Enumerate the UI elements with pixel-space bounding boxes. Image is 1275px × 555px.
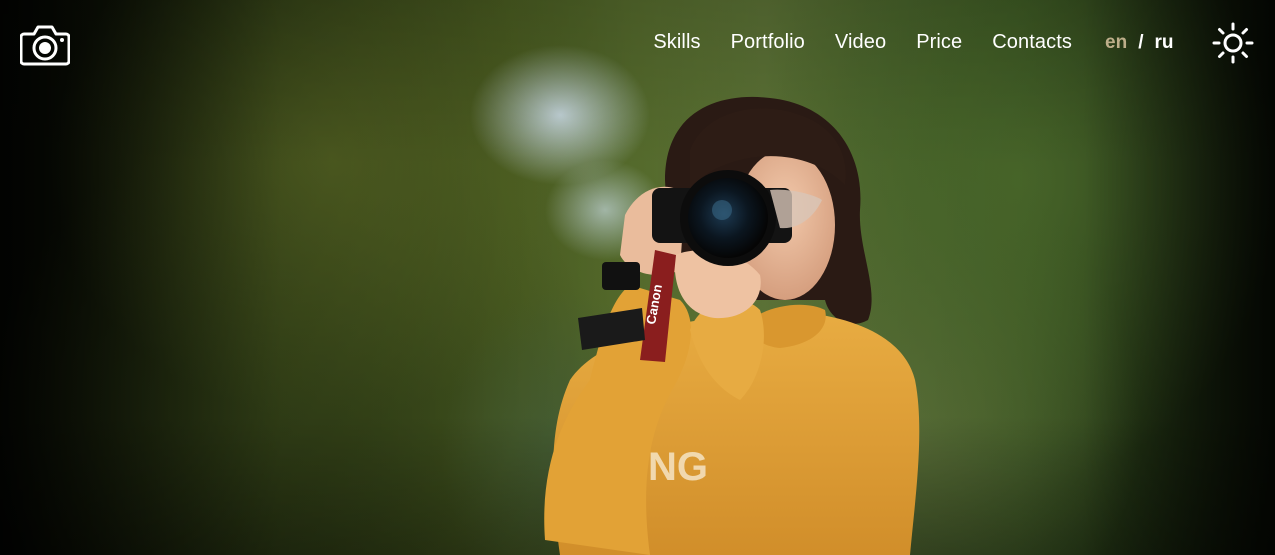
site-header: Skills Portfolio Video Price Contacts en… xyxy=(0,0,1275,90)
nav-link-skills[interactable]: Skills xyxy=(653,31,700,53)
nav-item-price: Price xyxy=(916,31,962,54)
nav-item-skills: Skills xyxy=(653,31,700,54)
language-switcher: en / ru xyxy=(1105,32,1173,54)
lang-ru-button[interactable]: ru xyxy=(1154,32,1173,54)
nav-link-portfolio[interactable]: Portfolio xyxy=(731,31,805,53)
nav-item-video: Video xyxy=(835,31,886,54)
lang-en-button[interactable]: en xyxy=(1105,32,1127,54)
lang-separator: / xyxy=(1138,32,1144,53)
hero-section: Canon NG Skills Portfolio Video Price Co… xyxy=(0,0,1275,555)
sweater-print-text: NG xyxy=(648,445,708,489)
main-nav: Skills Portfolio Video Price Contacts xyxy=(653,31,1072,54)
nav-link-contacts[interactable]: Contacts xyxy=(992,31,1072,53)
nav-item-contacts: Contacts xyxy=(992,31,1072,54)
camera-icon[interactable] xyxy=(20,24,70,66)
nav-link-video[interactable]: Video xyxy=(835,31,886,53)
sun-icon[interactable] xyxy=(1212,22,1254,64)
nav-link-price[interactable]: Price xyxy=(916,31,962,53)
nav-item-portfolio: Portfolio xyxy=(731,31,805,54)
